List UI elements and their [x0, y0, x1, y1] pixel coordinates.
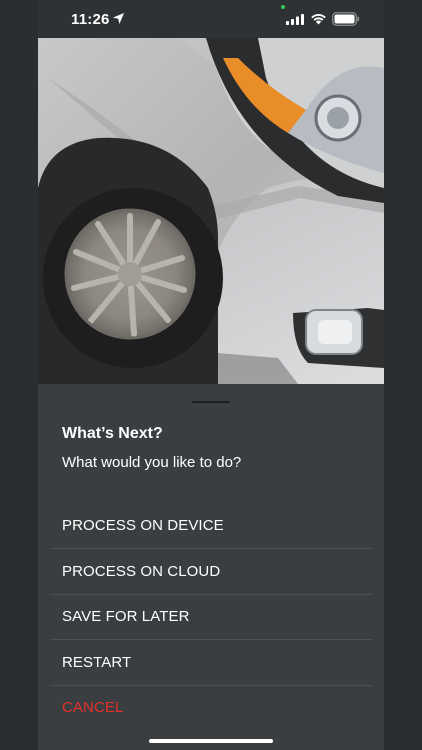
option-label: RESTART: [62, 654, 132, 671]
option-label: CANCEL: [62, 699, 124, 716]
restart-button[interactable]: RESTART: [50, 640, 372, 686]
car-front-wheel-image: [38, 38, 384, 384]
sheet-grabber-handle[interactable]: [192, 401, 230, 403]
process-on-cloud-button[interactable]: PROCESS ON CLOUD: [50, 549, 372, 595]
status-bar: 11:26: [38, 0, 384, 38]
phone-screen: 11:26 What’s Next? What would you like t…: [38, 0, 384, 750]
action-sheet: What’s Next? What would you like to do? …: [38, 384, 384, 750]
wifi-icon: [311, 14, 326, 25]
process-on-device-button[interactable]: PROCESS ON DEVICE: [50, 503, 372, 549]
save-for-later-button[interactable]: SAVE FOR LATER: [50, 594, 372, 640]
sheet-subtitle: What would you like to do?: [62, 454, 242, 471]
privacy-indicator-dot: [281, 5, 285, 9]
battery-icon: [332, 12, 360, 26]
option-label: PROCESS ON DEVICE: [62, 517, 224, 534]
car-photo: [38, 38, 384, 384]
option-label: PROCESS ON CLOUD: [62, 563, 221, 580]
cancel-button[interactable]: CANCEL: [50, 685, 372, 730]
option-label: SAVE FOR LATER: [62, 608, 190, 625]
location-arrow-icon: [113, 13, 124, 24]
status-time: 11:26: [71, 11, 110, 28]
sheet-title: What’s Next?: [62, 425, 163, 442]
page: 11:26 What’s Next? What would you like t…: [0, 0, 422, 750]
signal-icon: [286, 14, 304, 25]
home-indicator[interactable]: [149, 739, 273, 743]
